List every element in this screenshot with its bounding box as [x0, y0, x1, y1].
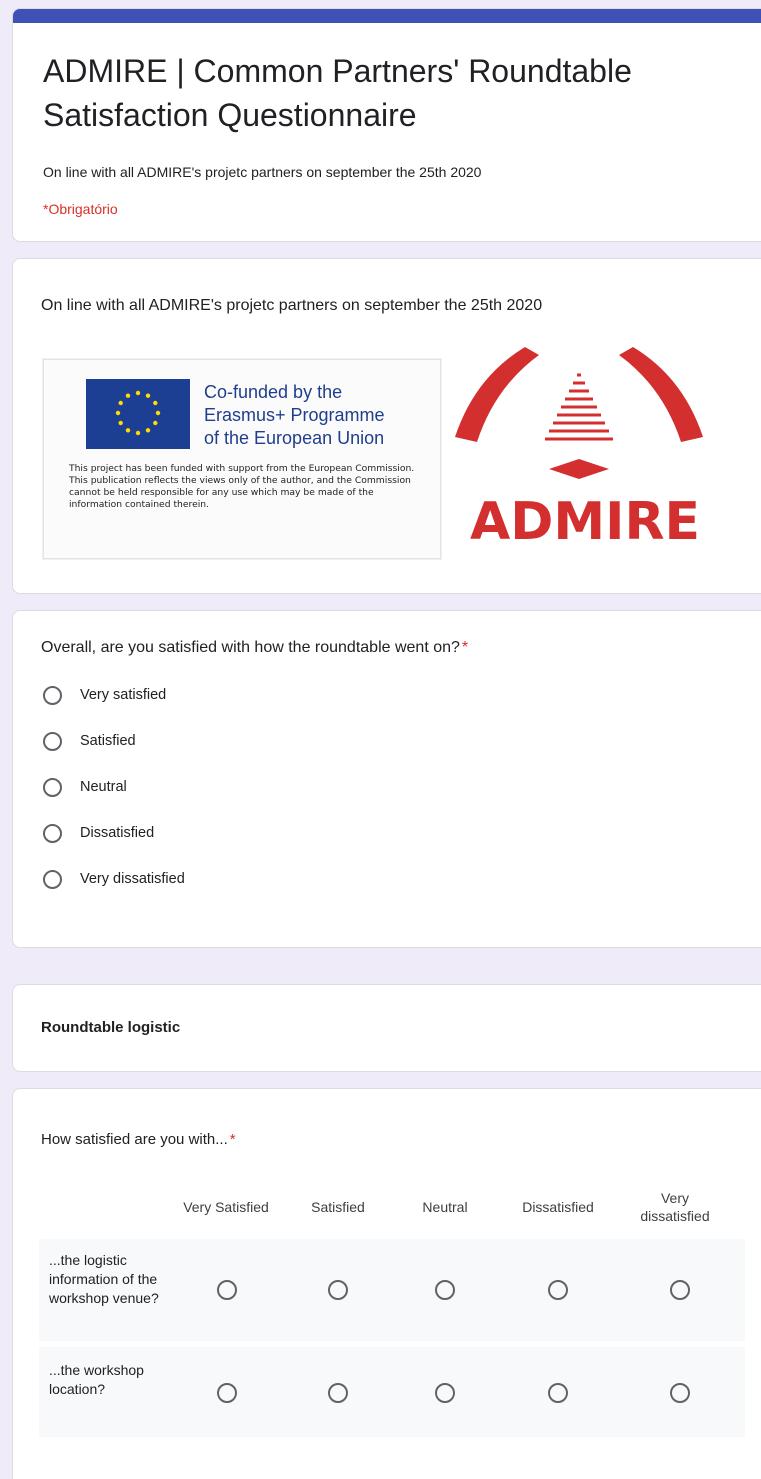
grid-radio-very-satisfied[interactable]	[217, 1280, 237, 1300]
row-label: ...the workshop location?	[49, 1362, 144, 1397]
radio-option-very-dissatisfied[interactable]: Very dissatisfied	[43, 865, 185, 893]
radio-label: Dissatisfied	[80, 825, 155, 841]
radio-button[interactable]	[43, 869, 62, 889]
grid-radio-dissatisfied[interactable]	[548, 1280, 568, 1300]
eu-cofunded-logo: Co-funded by the Erasmus+ Programme of t…	[43, 359, 441, 559]
radio-label: Neutral	[80, 779, 127, 795]
radio-button[interactable]	[43, 823, 62, 843]
column-header: Very Satisfied	[183, 1199, 269, 1215]
eu-logo-line-1: Co-funded by the	[204, 382, 343, 402]
required-note: *Obrigatório	[43, 201, 118, 217]
admire-logo: ADMIRE	[455, 347, 703, 552]
column-header: Dissatisfied	[522, 1199, 594, 1215]
eu-logo-line-2: Erasmus+ Programme	[204, 405, 385, 425]
grid-radio-very-satisfied[interactable]	[217, 1383, 237, 1403]
grid-radio-dissatisfied[interactable]	[548, 1383, 568, 1403]
radio-button[interactable]	[43, 731, 62, 751]
column-header: Satisfied	[311, 1199, 365, 1215]
grid-column-headers: Very Satisfied Satisfied Neutral Dissati…	[13, 1183, 761, 1231]
media-card: On line with all ADMIRE's projetc partne…	[12, 258, 761, 594]
radio-option-neutral[interactable]: Neutral	[43, 773, 127, 801]
question-title: How satisfied are you with... *	[41, 1131, 236, 1148]
form-title: ADMIRE | Common Partners' Roundtable Sat…	[43, 53, 632, 133]
radio-option-satisfied[interactable]: Satisfied	[43, 727, 136, 755]
row-label: ...the logistic information of the works…	[49, 1252, 159, 1306]
grid-radio-neutral[interactable]	[435, 1280, 455, 1300]
question-overall-satisfaction: Overall, are you satisfied with how the …	[12, 610, 761, 948]
required-star: *	[461, 639, 469, 656]
grid-radio-satisfied[interactable]	[328, 1280, 348, 1300]
column-header: Neutral	[422, 1199, 468, 1215]
grid-radio-very-dissatisfied[interactable]	[670, 1280, 690, 1300]
question-text: How satisfied are you with...	[41, 1131, 228, 1148]
header-accent-band	[13, 9, 761, 23]
grid-row-logistic-information: ...the logistic information of the works…	[39, 1239, 745, 1341]
form-description: On line with all ADMIRE's projetc partne…	[43, 164, 482, 180]
form-header-card: ADMIRE | Common Partners' Roundtable Sat…	[12, 8, 761, 242]
radio-option-very-satisfied[interactable]: Very satisfied	[43, 681, 166, 709]
admire-logo-text: ADMIRE	[470, 492, 700, 552]
section-title: Roundtable logistic	[41, 1019, 181, 1036]
radio-label: Satisfied	[80, 733, 136, 749]
question-text: Overall, are you satisfied with how the …	[41, 639, 460, 656]
radio-label: Very satisfied	[80, 687, 167, 703]
eu-logo-line-3: of the European Union	[204, 428, 385, 448]
eu-disclaimer-text: This project has been funded with suppor…	[69, 463, 415, 510]
question-grid-satisfaction: How satisfied are you with... * Very Sati…	[12, 1088, 761, 1479]
grid-radio-very-dissatisfied[interactable]	[670, 1383, 690, 1403]
question-title: Overall, are you satisfied with how the …	[41, 639, 468, 657]
eu-flag-icon	[86, 379, 190, 449]
media-description: On line with all ADMIRE's projetc partne…	[41, 297, 543, 314]
section-header-card: Roundtable logistic	[12, 984, 761, 1072]
radio-button[interactable]	[43, 685, 62, 705]
radio-button[interactable]	[43, 777, 62, 797]
radio-label: Very dissatisfied	[80, 871, 185, 887]
grid-radio-satisfied[interactable]	[328, 1383, 348, 1403]
radio-option-dissatisfied[interactable]: Dissatisfied	[43, 819, 154, 847]
grid-row-workshop-location: ...the workshop location?	[39, 1347, 745, 1437]
grid-radio-neutral[interactable]	[435, 1383, 455, 1403]
required-star: *	[229, 1131, 236, 1148]
column-header: Very dissatisfied	[640, 1190, 710, 1224]
